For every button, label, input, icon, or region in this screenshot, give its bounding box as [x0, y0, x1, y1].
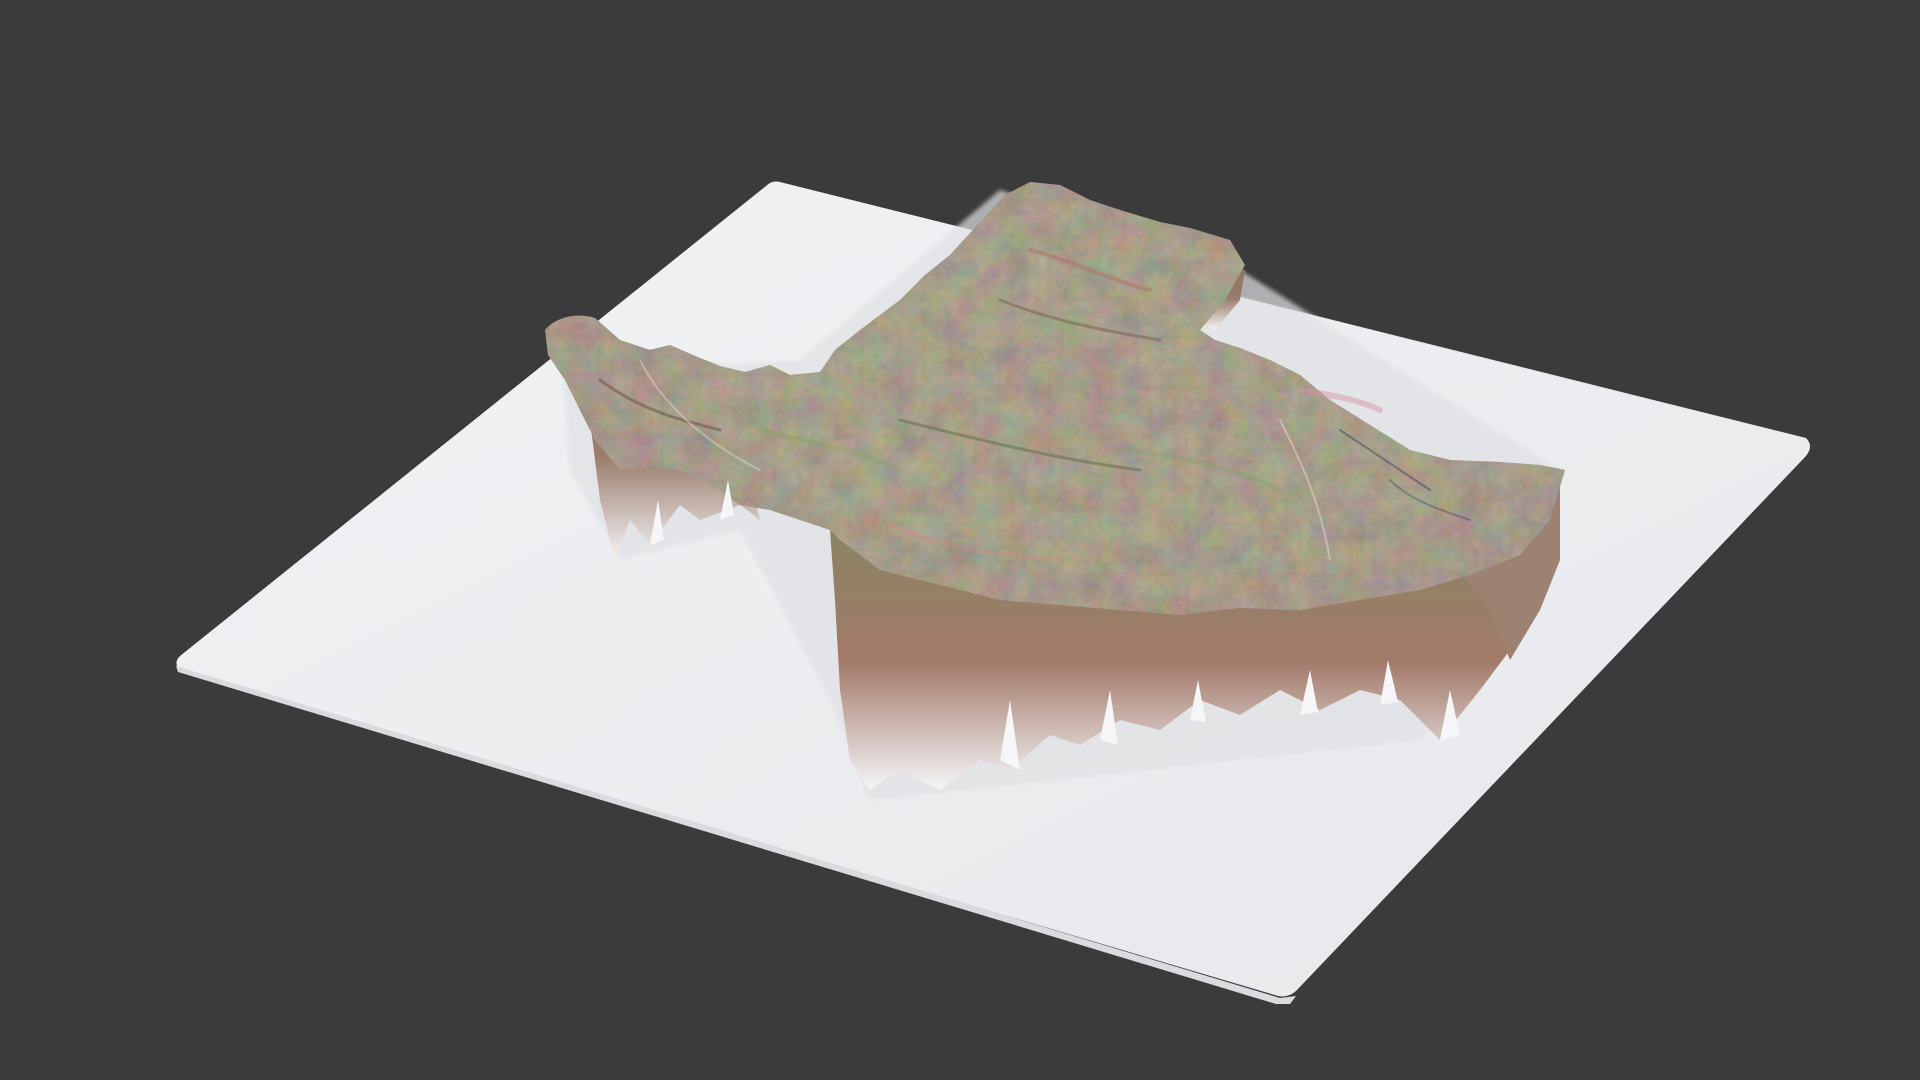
- terrain-scene: [176, 181, 1810, 1004]
- 3d-viewport[interactable]: [0, 0, 1920, 1080]
